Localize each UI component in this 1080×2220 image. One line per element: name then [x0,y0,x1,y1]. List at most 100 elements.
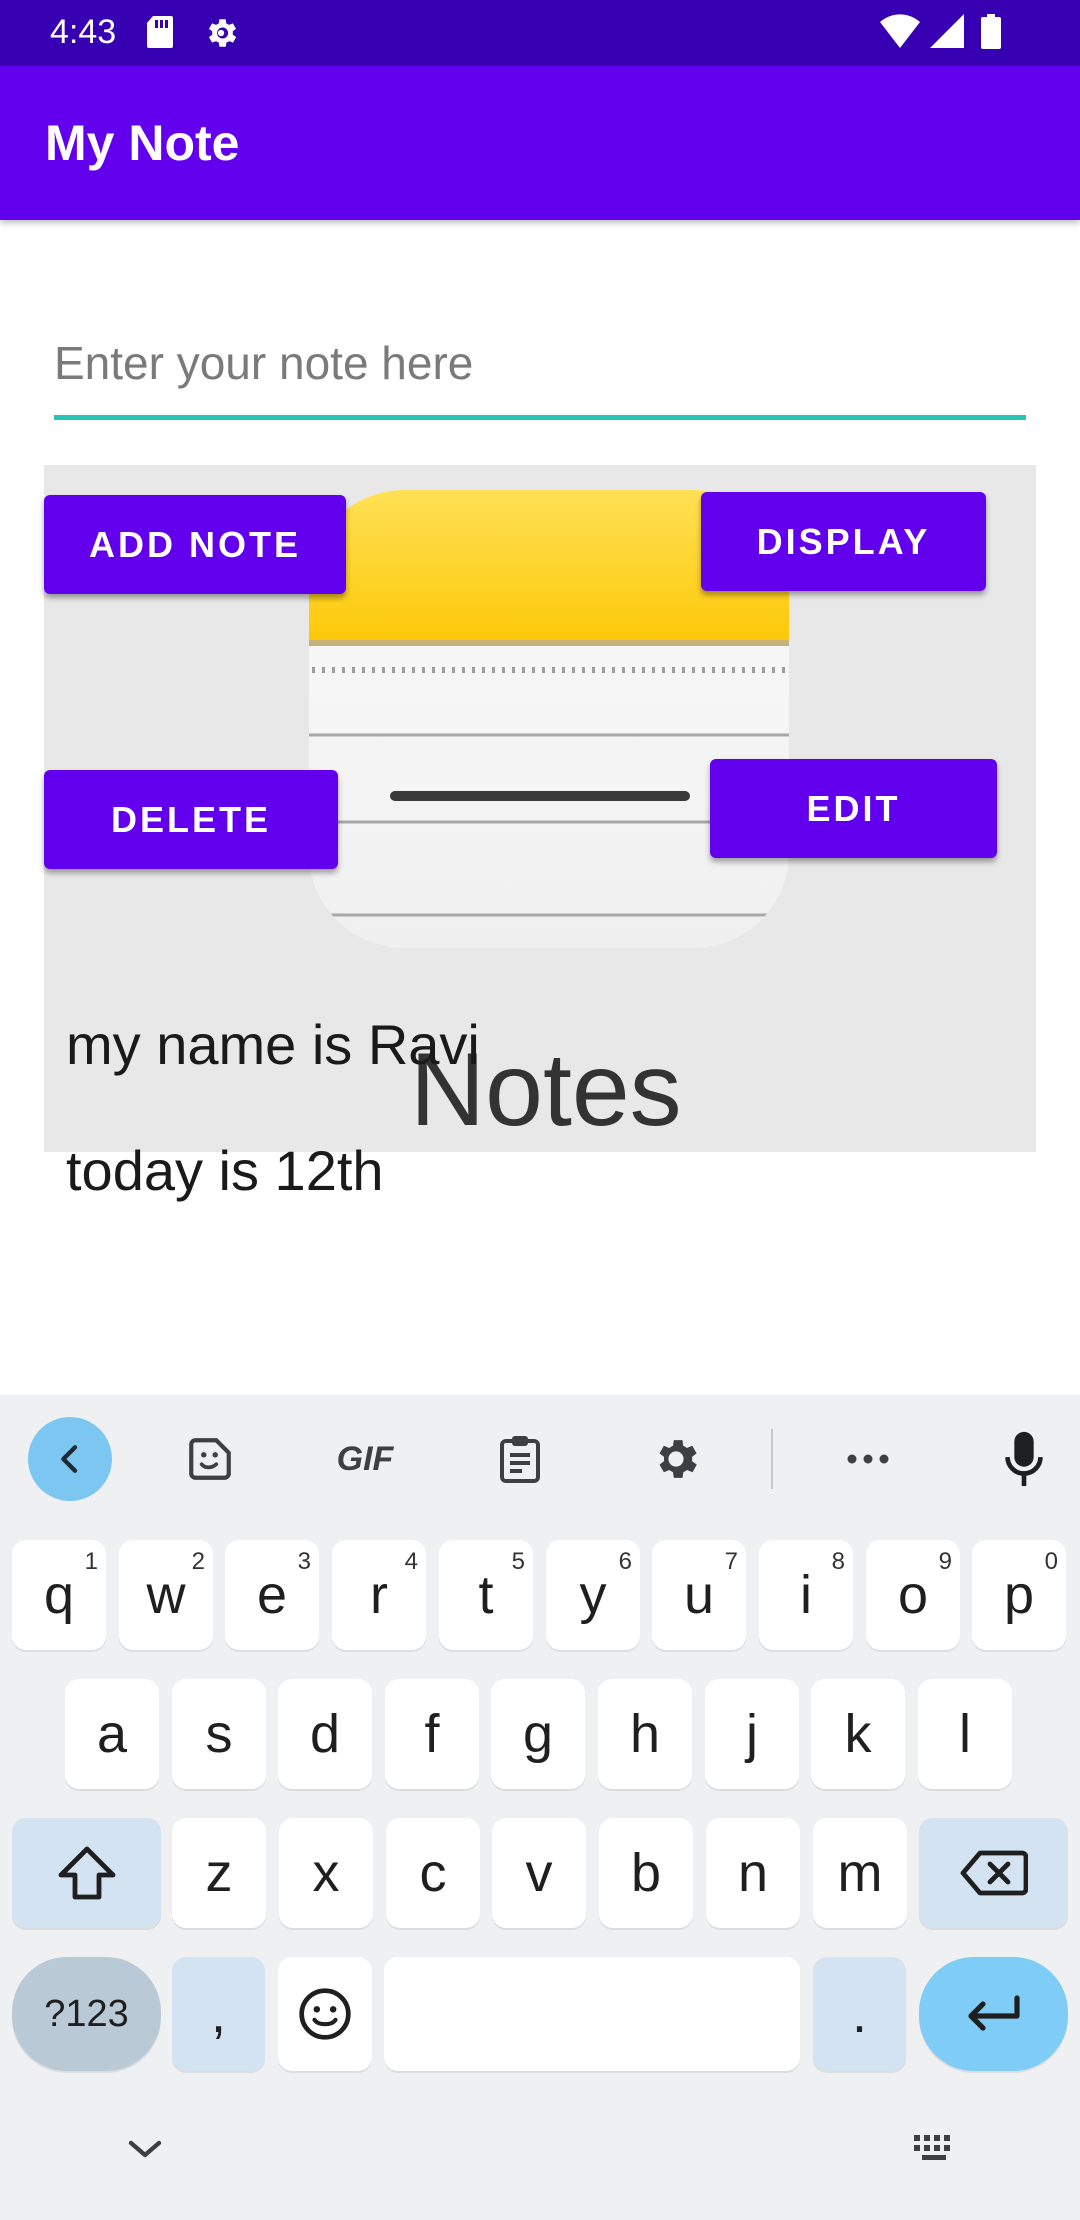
key-hint: 8 [831,1548,845,1575]
clipboard-icon[interactable] [480,1395,560,1523]
key-z[interactable]: z [172,1818,266,1928]
key-g[interactable]: g [491,1679,585,1789]
space-key[interactable] [384,1957,800,2071]
sd-card-icon [145,14,175,55]
delete-button[interactable]: DELETE [44,770,338,869]
more-icon[interactable] [828,1395,908,1523]
keyboard-toolbar: GIF [0,1395,1080,1523]
key-label: w [146,1565,186,1625]
key-label: d [309,1704,341,1764]
settings-icon [202,14,240,57]
key-v[interactable]: v [492,1818,586,1928]
gesture-nav-handle[interactable] [390,791,690,801]
settings-icon[interactable] [636,1395,716,1523]
key-a[interactable]: a [65,1679,159,1789]
app-bar: My Note [0,66,1080,220]
key-q[interactable]: q1 [12,1540,106,1650]
key-u[interactable]: u7 [652,1540,746,1650]
app-title: My Note [45,115,240,171]
enter-key[interactable] [919,1957,1068,2071]
key-label: t [478,1565,494,1625]
key-hint: 1 [84,1548,98,1575]
key-label: m [837,1843,883,1903]
display-button[interactable]: DISPLAY [701,492,986,591]
edit-button[interactable]: EDIT [710,759,997,858]
key-label: z [205,1843,233,1903]
key-label: f [424,1704,440,1764]
key-c[interactable]: c [386,1818,480,1928]
key-y[interactable]: y6 [546,1540,640,1650]
key-label: v [525,1843,553,1903]
key-j[interactable]: j [705,1679,799,1789]
wifi-icon [880,14,920,55]
key-label: j [746,1704,758,1764]
key-label: r [370,1565,388,1625]
key-l[interactable]: l [918,1679,1012,1789]
key-e[interactable]: e3 [225,1540,319,1650]
symbols-key[interactable]: ?123 [12,1957,161,2071]
key-hint: 2 [191,1548,205,1575]
toolbar-divider [771,1429,773,1489]
key-label: q [43,1565,75,1625]
emoji-icon [299,1988,351,2040]
key-m[interactable]: m [813,1818,907,1928]
backspace-key[interactable] [919,1818,1068,1928]
key-label: a [96,1704,128,1764]
note-input[interactable] [54,310,1026,420]
key-label: p [1003,1565,1035,1625]
key-k[interactable]: k [811,1679,905,1789]
signal-icon [930,14,964,55]
key-i[interactable]: i8 [759,1540,853,1650]
key-r[interactable]: r4 [332,1540,426,1650]
status-bar: 4:43 [0,0,1080,66]
key-hint: 3 [297,1548,311,1575]
keyboard-bottom-bar [0,2101,1080,2220]
period-key[interactable]: . [813,1957,906,2071]
keyboard-switch-icon[interactable] [912,2133,956,2168]
shift-key[interactable] [12,1818,161,1928]
microphone-icon[interactable] [984,1395,1064,1523]
sticker-icon[interactable] [170,1395,250,1523]
emoji-key[interactable] [278,1957,372,2071]
key-label: l [959,1704,971,1764]
key-s[interactable]: s [172,1679,266,1789]
key-hint: 5 [511,1548,525,1575]
key-hint: 4 [404,1548,418,1575]
key-label: x [312,1843,340,1903]
key-hint: 9 [938,1548,952,1575]
key-x[interactable]: x [279,1818,373,1928]
key-o[interactable]: o9 [866,1540,960,1650]
key-label: i [800,1565,812,1625]
battery-icon [980,14,1002,55]
key-p[interactable]: p0 [972,1540,1066,1650]
key-t[interactable]: t5 [439,1540,533,1650]
key-f[interactable]: f [385,1679,479,1789]
note-text: today is 12th [66,1139,384,1202]
gif-label: GIF [336,1439,394,1478]
key-hint: 6 [618,1548,632,1575]
key-hint: 0 [1044,1548,1058,1575]
soft-keyboard: GIF ?123 , . q 1 w 2 e 3 r 4 t 5 y 6 u 7… [0,1395,1080,2220]
back-arrow-icon[interactable] [28,1417,112,1501]
add-note-button[interactable]: ADD NOTE [44,495,346,594]
comma-key[interactable]: , [172,1957,265,2071]
key-label: s [205,1704,233,1764]
key-b[interactable]: b [599,1818,693,1928]
hide-keyboard-icon[interactable] [125,2137,165,2166]
key-label: b [630,1843,662,1903]
gif-icon[interactable]: GIF [320,1395,410,1523]
key-label: e [256,1565,288,1625]
note-text: my name is Ravi [66,1013,480,1076]
key-n[interactable]: n [706,1818,800,1928]
key-h[interactable]: h [598,1679,692,1789]
key-label: h [629,1704,661,1764]
key-d[interactable]: d [278,1679,372,1789]
key-label: g [522,1704,554,1764]
key-label: o [897,1565,929,1625]
key-label: n [737,1843,769,1903]
key-hint: 7 [724,1548,738,1575]
key-label: u [683,1565,715,1625]
key-label: y [579,1565,607,1625]
key-label: c [419,1843,447,1903]
key-w[interactable]: w2 [119,1540,213,1650]
